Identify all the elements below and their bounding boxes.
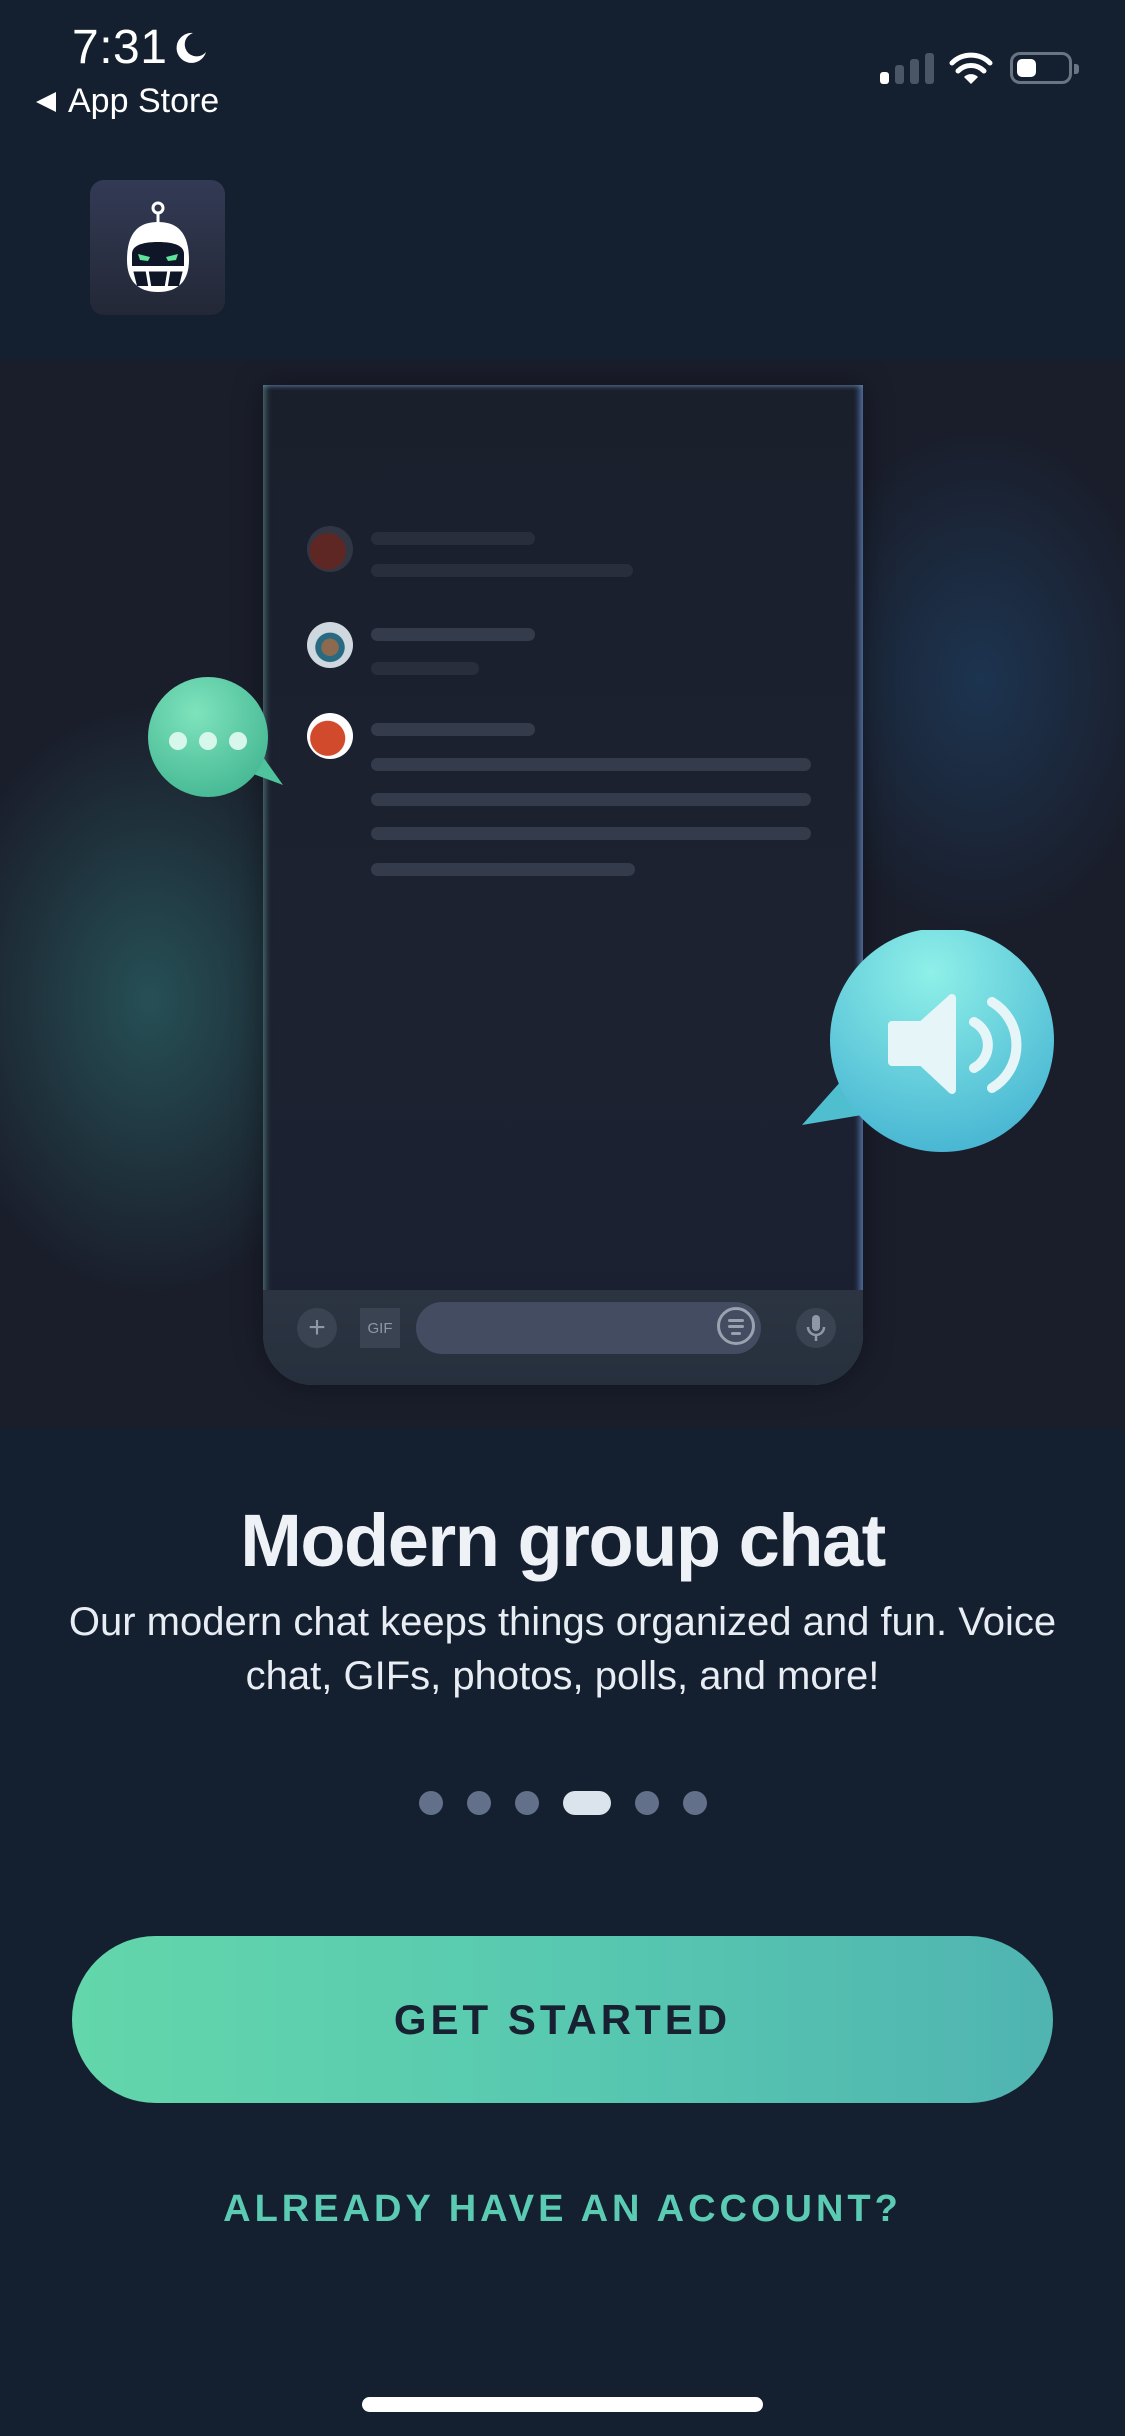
page-dot[interactable]: [466, 1791, 491, 1815]
onboarding-illustration: + GIF: [0, 360, 1125, 1428]
skeleton-line: [371, 758, 811, 771]
skeleton-name: [371, 723, 535, 736]
status-time: 7:31: [72, 20, 209, 75]
signal-bar: [880, 72, 889, 84]
helmet-avatar: [307, 713, 353, 759]
chat-message-preview: [307, 622, 827, 682]
message-composer: + GIF: [263, 1290, 863, 1385]
helmet-avatar-faded: [307, 526, 353, 572]
gif-button: GIF: [360, 1308, 400, 1348]
app-logo: [90, 180, 225, 315]
skeleton-line: [371, 863, 635, 876]
battery-level: [1017, 59, 1036, 77]
phone-mockup: + GIF: [263, 385, 863, 1385]
signal-bar: [895, 65, 904, 84]
time-label: 7:31: [72, 21, 168, 74]
wifi-icon: [949, 52, 993, 84]
mascot-avatar: [307, 622, 353, 668]
onboarding-title: Modern group chat: [240, 1499, 886, 1582]
page-dot[interactable]: [682, 1791, 707, 1815]
skeleton-name: [371, 532, 535, 545]
skeleton-line: [371, 827, 811, 840]
cellular-signal-icon: [880, 52, 934, 84]
page-indicator: [0, 1791, 1125, 1815]
page-dot[interactable]: [514, 1791, 539, 1815]
chat-message-preview: [307, 526, 827, 586]
page-dot[interactable]: [634, 1791, 659, 1815]
battery-icon: [1010, 52, 1079, 84]
robot-helmet-icon: [126, 201, 189, 292]
signal-bar: [910, 59, 919, 84]
page-dot[interactable]: [418, 1791, 443, 1815]
plus-icon: +: [297, 1308, 337, 1348]
back-arrow-icon: [36, 91, 56, 112]
skeleton-line: [371, 793, 811, 806]
moon-icon: [176, 32, 207, 63]
skeleton-line: [371, 662, 479, 675]
skeleton-name: [371, 628, 535, 641]
signal-bar: [925, 53, 934, 84]
onboarding-description: Our modern chat keeps things organized a…: [68, 1600, 1057, 1698]
voice-bubble-icon: [802, 930, 1054, 1152]
back-to-app-store[interactable]: App Store: [36, 82, 219, 121]
back-label: App Store: [68, 82, 220, 120]
already-have-account-link[interactable]: ALREADY HAVE AN ACCOUNT?: [0, 2188, 1125, 2231]
message-input-preview: [416, 1302, 761, 1354]
skeleton-line: [371, 564, 633, 577]
chat-message-preview: [307, 713, 827, 876]
get-started-button[interactable]: GET STARTED: [72, 1936, 1053, 2103]
typing-bubble-icon: [148, 677, 283, 797]
keyboard-icon: [717, 1307, 755, 1345]
home-indicator[interactable]: [362, 2397, 763, 2412]
microphone-icon: [796, 1308, 836, 1348]
page-dot-active[interactable]: [562, 1791, 611, 1815]
battery-nub: [1074, 64, 1079, 74]
